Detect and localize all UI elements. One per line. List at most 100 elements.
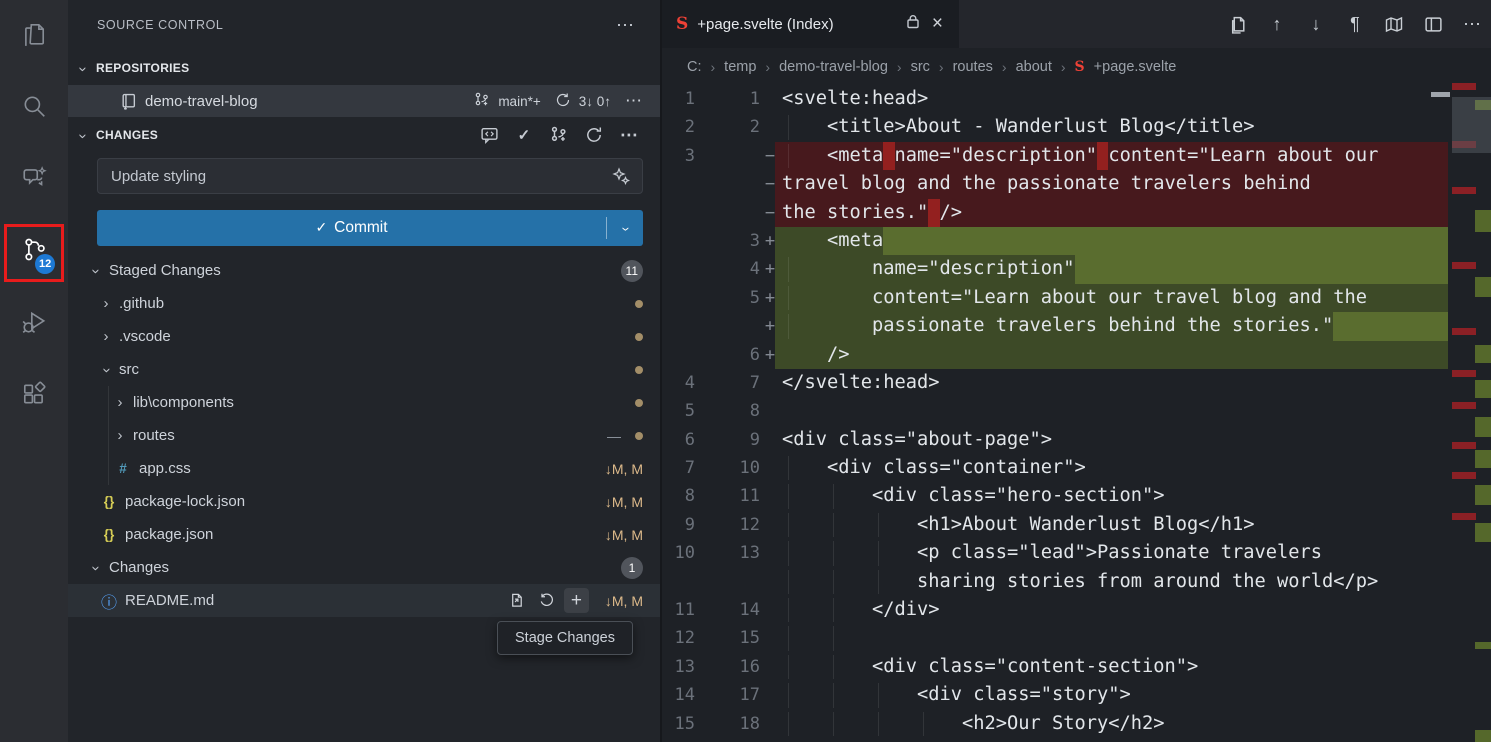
repositories-section-header[interactable]: › REPOSITORIES [68, 54, 660, 82]
previous-change-icon[interactable]: ↑ [1266, 14, 1288, 35]
close-icon[interactable]: × [930, 13, 945, 35]
changes-list-header[interactable]: ›Changes1 [68, 551, 660, 584]
open-changes-icon[interactable] [1227, 15, 1249, 34]
list-item-app.css[interactable]: #app.css↓M, M [68, 452, 660, 485]
list-item-package-lock.json[interactable]: {}package-lock.json↓M, M [68, 485, 660, 518]
repo-name: demo-travel-blog [145, 93, 258, 110]
code-segment: <p class="lead">Passionate travelers [782, 539, 1322, 567]
code-line[interactable]: 811 <div class="hero-section"> [662, 482, 1491, 510]
code-segment: content="Learn about our [1108, 142, 1378, 170]
code-line[interactable]: 11<svelte:head> [662, 85, 1491, 113]
code-text: </svelte:head> [782, 369, 1448, 397]
changes-section-header[interactable]: › CHANGES ✓ ⋯ [68, 121, 660, 149]
old-line-number: 6 [662, 426, 695, 454]
code-line[interactable]: 1114 </div> [662, 596, 1491, 624]
open-file-icon[interactable] [504, 588, 529, 613]
map-icon[interactable] [1383, 15, 1405, 34]
commit-check-icon[interactable]: ✓ [513, 124, 535, 146]
commit-button[interactable]: ✓Commit › [97, 210, 643, 246]
code-line[interactable]: sharing stories from around the world</p… [662, 568, 1491, 596]
overview-ruler[interactable] [1431, 0, 1491, 742]
code-text: </div> [782, 596, 1448, 624]
list-item-package.json[interactable]: {}package.json↓M, M [68, 518, 660, 551]
code-line[interactable]: 5+ content="Learn about our travel blog … [662, 284, 1491, 312]
code-line[interactable]: −travel blog and the passionate traveler… [662, 170, 1491, 198]
breadcrumb-item[interactable]: +page.svelte [1094, 59, 1177, 75]
chevron-down-icon: › [74, 63, 91, 75]
sidebar-item-chat[interactable] [0, 156, 68, 204]
more-actions-icon[interactable]: ⋯ [618, 124, 640, 146]
eol-diff-highlight [883, 227, 1448, 255]
sync-counts[interactable]: 3↓ 0↑ [579, 94, 611, 109]
scm-file-tree: ›Staged Changes11›.github›.vscode›src›li… [68, 254, 660, 617]
commit-dropdown-button[interactable]: › [607, 221, 643, 235]
stage-icon[interactable]: + [564, 588, 589, 613]
code-text: <title>About - Wanderlust Blog</title> [782, 113, 1448, 141]
next-change-icon[interactable]: ↓ [1305, 14, 1327, 35]
sidebar-item-search[interactable] [0, 84, 68, 132]
sparkle-icon[interactable] [612, 167, 630, 185]
old-line-number: 8 [662, 482, 695, 510]
code-line[interactable]: −the stories." /> [662, 199, 1491, 227]
breadcrumb-item[interactable]: src [911, 59, 930, 75]
discard-icon[interactable] [534, 588, 559, 613]
check-icon: ✓ [315, 219, 327, 235]
code-text: travel blog and the passionate travelers… [782, 170, 1448, 198]
branch-plus-icon[interactable] [548, 124, 570, 146]
breadcrumb-item[interactable]: routes [953, 59, 993, 75]
tab-page-svelte[interactable]: S +page.svelte (Index) × [662, 0, 959, 48]
ruler-added-mark [1475, 485, 1491, 505]
refresh-icon[interactable] [583, 124, 605, 146]
code-line[interactable]: 6+ /> [662, 341, 1491, 369]
modified-dot [635, 366, 643, 374]
code-segment: <meta [782, 142, 883, 170]
code-line[interactable]: 58 [662, 397, 1491, 425]
code-line[interactable]: 3+ <meta [662, 227, 1491, 255]
commit-message-value: Update styling [111, 168, 612, 185]
sidebar-item-source-control[interactable]: 12 [0, 228, 68, 276]
breadcrumb-item[interactable]: C: [687, 59, 702, 75]
breadcrumb-item[interactable]: about [1016, 59, 1052, 75]
repository-row[interactable]: demo-travel-blog main*+ 3↓ 0↑ ⋯ [68, 85, 660, 117]
code-line[interactable]: 3− <meta name="description" content="Lea… [662, 142, 1491, 170]
code-segment: <meta [782, 227, 883, 255]
eol-diff-highlight [1075, 255, 1448, 283]
code-line[interactable]: 912 <h1>About Wanderlust Blog</h1> [662, 511, 1491, 539]
list-item-routes[interactable]: ›routes— [68, 419, 660, 452]
staged-changes-header[interactable]: ›Staged Changes11 [68, 254, 660, 287]
breadcrumb-item[interactable]: temp [724, 59, 756, 75]
list-item-src[interactable]: ›src [68, 353, 660, 386]
code-line[interactable]: 1013 <p class="lead">Passionate traveler… [662, 539, 1491, 567]
code-line[interactable]: 1316 <div class="content-section"> [662, 653, 1491, 681]
repo-more-icon[interactable]: ⋯ [625, 91, 642, 111]
code-line[interactable]: + passionate travelers behind the storie… [662, 312, 1491, 340]
code-line[interactable]: 22 <title>About - Wanderlust Blog</title… [662, 113, 1491, 141]
commit-message-input[interactable]: Update styling [97, 158, 643, 194]
more-actions-icon[interactable]: ⋯ [616, 15, 634, 36]
svelte-icon: S [676, 16, 688, 33]
list-item-readme.md[interactable]: ⓘREADME.md+↓M, M [68, 584, 660, 617]
code-line[interactable]: 4+ name="description" [662, 255, 1491, 283]
new-line-number: 1 [702, 85, 760, 113]
code-text: <p class="lead">Passionate travelers [782, 539, 1448, 567]
code-segment: <div class="content-section"> [782, 653, 1198, 681]
sidebar-item-run-debug[interactable] [0, 300, 68, 348]
code-line[interactable]: 1518 <h2>Our Story</h2> [662, 710, 1491, 738]
chevron-right-icon: › [100, 295, 112, 312]
list-item-.github[interactable]: ›.github [68, 287, 660, 320]
code-line[interactable]: 47</svelte:head> [662, 369, 1491, 397]
code-line[interactable]: 1417 <div class="story"> [662, 681, 1491, 709]
indent-guide [108, 419, 109, 452]
code-line[interactable]: 710 <div class="container"> [662, 454, 1491, 482]
generate-commit-message-icon[interactable] [478, 124, 500, 146]
code-line[interactable]: 1215 [662, 624, 1491, 652]
branch-name[interactable]: main*+ [498, 94, 540, 109]
sidebar-item-explorer[interactable] [0, 12, 68, 60]
list-item-lib-components[interactable]: ›lib\components [68, 386, 660, 419]
whitespace-icon[interactable]: ¶ [1344, 14, 1366, 35]
code-line[interactable]: 69<div class="about-page"> [662, 426, 1491, 454]
list-item-.vscode[interactable]: ›.vscode [68, 320, 660, 353]
code-text: /> [782, 341, 1448, 369]
sidebar-item-extensions[interactable] [0, 372, 68, 420]
breadcrumb-item[interactable]: demo-travel-blog [779, 59, 888, 75]
